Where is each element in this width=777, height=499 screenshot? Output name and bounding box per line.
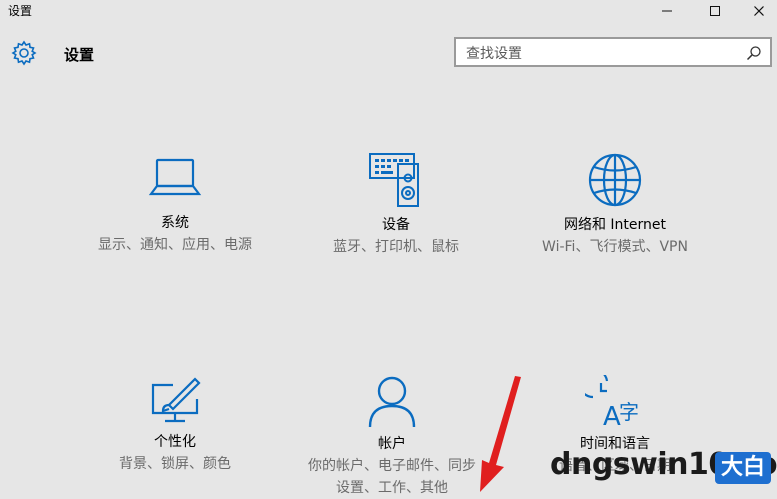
- tile-accounts[interactable]: 帐户 你的帐户、电子邮件、同步设置、工作、其他: [297, 375, 487, 499]
- maximize-icon: [710, 6, 720, 16]
- tile-title: 系统: [161, 215, 189, 231]
- tile-subtitle: 你的帐户、电子邮件、同步设置、工作、其他: [308, 458, 476, 496]
- window-title: 设置: [8, 4, 33, 18]
- tile-subtitle: 蓝牙、打印机、鼠标: [333, 239, 459, 255]
- search-input[interactable]: [464, 43, 738, 65]
- tile-title: 个性化: [154, 434, 196, 450]
- tile-network[interactable]: 网络和 Internet Wi-Fi、飞行模式、VPN: [520, 152, 710, 258]
- maximize-button[interactable]: [699, 0, 731, 22]
- paint-icon: [151, 377, 201, 423]
- person-icon: [368, 376, 416, 428]
- tile-subtitle: 背景、锁屏、颜色: [119, 456, 231, 472]
- minimize-icon: [662, 10, 672, 12]
- minimize-button[interactable]: [651, 0, 683, 22]
- search-box[interactable]: [454, 37, 772, 67]
- laptop-icon: [148, 158, 202, 196]
- search-icon[interactable]: [746, 45, 762, 61]
- tile-system[interactable]: 系统 显示、通知、应用、电源: [80, 152, 270, 256]
- gear-icon: [11, 40, 37, 66]
- globe-icon: [588, 153, 642, 207]
- close-icon: [754, 6, 764, 16]
- close-button[interactable]: [743, 0, 775, 22]
- tile-subtitle: Wi-Fi、飞行模式、VPN: [542, 239, 688, 255]
- tile-personalization[interactable]: 个性化 背景、锁屏、颜色: [80, 375, 270, 475]
- tile-devices[interactable]: 设备 蓝牙、打印机、鼠标: [301, 152, 491, 258]
- tile-title: 设备: [382, 217, 410, 233]
- watermark-badge: 大白: [715, 452, 771, 484]
- svg-text:字: 字: [619, 400, 639, 424]
- tile-subtitle: 显示、通知、应用、电源: [98, 237, 252, 253]
- time-language-icon: A 字: [585, 375, 639, 429]
- annotation-arrow: [480, 376, 521, 492]
- tile-title: 帐户: [378, 436, 406, 452]
- title-bar: 设置: [0, 0, 777, 22]
- devices-icon: [369, 153, 419, 207]
- tile-title: 网络和 Internet: [563, 217, 667, 233]
- page-title: 设置: [64, 46, 95, 64]
